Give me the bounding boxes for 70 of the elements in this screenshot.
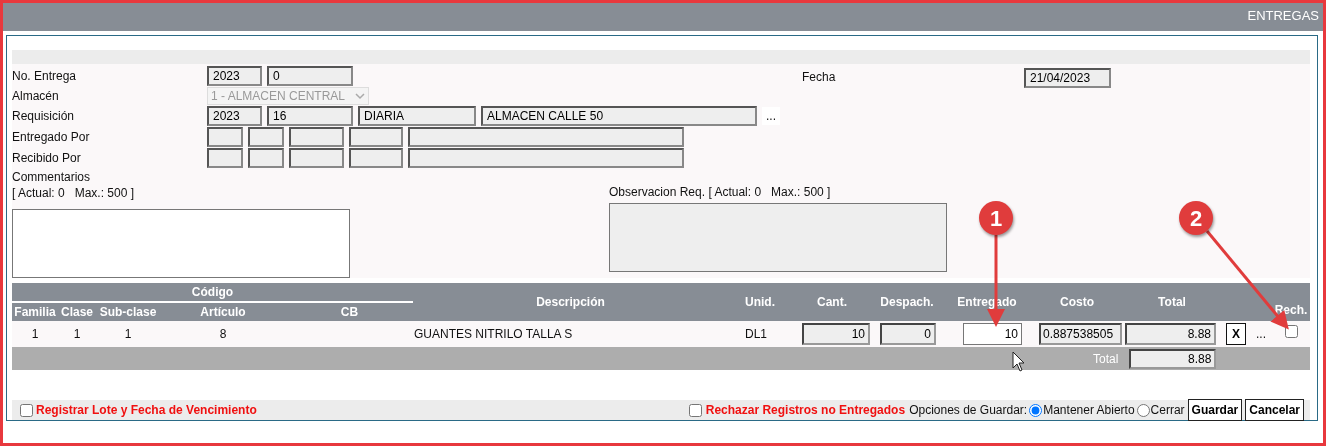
text-field[interactable]: 0	[267, 66, 353, 86]
checkbox-label[interactable]: Registrar Lote y Fecha de Vencimiento	[36, 401, 257, 419]
dispatched-field[interactable]: 0	[880, 323, 936, 345]
text-field[interactable]: 2023	[207, 66, 262, 86]
lookup-button[interactable]: ...	[762, 107, 780, 125]
text-field[interactable]	[248, 127, 284, 147]
comments-textarea[interactable]	[12, 209, 350, 278]
delete-button[interactable]: X	[1226, 323, 1246, 345]
cursor-icon	[1012, 351, 1025, 372]
quantity-field[interactable]: 10	[802, 323, 870, 345]
column-header: CB	[340, 305, 359, 319]
table-cell: 1	[31, 327, 39, 341]
save-button[interactable]: Guardar	[1187, 399, 1243, 421]
column-header: Rech.	[1274, 303, 1308, 317]
total-field[interactable]: 8.88	[1129, 348, 1217, 369]
text-field[interactable]	[289, 148, 344, 168]
field-label: No. Entrega	[12, 68, 78, 85]
radio-label[interactable]: Cerrar	[1150, 401, 1185, 419]
checkbox-label[interactable]: Rechazar Registros no Entregados	[705, 401, 906, 419]
text-field[interactable]	[289, 127, 344, 147]
field-label: Fecha	[802, 69, 837, 86]
text-field[interactable]	[408, 127, 684, 147]
chevron-down-icon	[355, 92, 365, 100]
delivered-field[interactable]: 10	[963, 323, 1022, 345]
column-header: Artículo	[200, 305, 246, 319]
column-header: Cant.	[817, 295, 847, 309]
text-field[interactable]	[207, 127, 243, 147]
field-label: Requisición	[12, 108, 76, 125]
total-field[interactable]: 8.88	[1125, 323, 1216, 345]
table-cell: 1	[124, 327, 132, 341]
table-cell: DL1	[745, 327, 767, 341]
text-field[interactable]: DIARIA	[358, 106, 476, 126]
column-header: Sub-clase	[99, 305, 157, 319]
column-header: Familia	[14, 305, 56, 319]
column-header: Código	[191, 285, 234, 299]
field-label: Almacén	[12, 88, 60, 105]
field-label: Observacion Req. [ Actual: 0 Max.: 500 ]	[609, 184, 832, 201]
column-header: Total	[1158, 295, 1186, 309]
checkbox[interactable]	[688, 403, 702, 417]
radio-button[interactable]	[1136, 403, 1150, 417]
field-label: Entregado Por	[12, 128, 91, 146]
column-header: Unid.	[745, 295, 775, 309]
character-counter: [ Actual: 0 Max.: 500 ]	[12, 185, 136, 200]
column-header: Clase	[61, 305, 93, 319]
text-field[interactable]	[349, 148, 403, 168]
column-header: Costo	[1060, 295, 1094, 309]
text-field[interactable]	[207, 148, 243, 168]
table-cell: GUANTES NITRILO TALLA S	[414, 327, 573, 341]
date-field[interactable]: 21/04/2023	[1024, 68, 1111, 88]
text-field[interactable]: 2023	[207, 106, 262, 126]
field-label: Recibido Por	[12, 149, 82, 167]
radio-button[interactable]	[1029, 403, 1043, 417]
column-header: Despach.	[880, 295, 934, 309]
field-label: Commentarios	[12, 169, 92, 184]
text-field[interactable]: ALMACEN CALLE 50	[481, 106, 757, 126]
cancel-button[interactable]: Cancelar	[1245, 399, 1304, 421]
window-title: ENTREGAS	[1247, 8, 1319, 23]
cost-field[interactable]: 0.887538505	[1039, 323, 1122, 345]
text-field[interactable]	[349, 127, 403, 147]
reject-checkbox[interactable]	[1284, 325, 1298, 338]
text-field[interactable]	[408, 148, 684, 168]
table-cell: 1	[73, 327, 81, 341]
table-cell: 8	[219, 327, 227, 341]
total-label: Total	[1093, 350, 1119, 368]
text-field[interactable]	[248, 148, 284, 168]
text-field[interactable]: 16	[267, 106, 353, 126]
column-header: Descripción	[536, 295, 605, 309]
radio-label[interactable]: Mantener Abierto	[1043, 401, 1135, 419]
checkbox[interactable]	[20, 403, 33, 417]
options-label: Opciones de Guardar:	[909, 402, 1028, 419]
